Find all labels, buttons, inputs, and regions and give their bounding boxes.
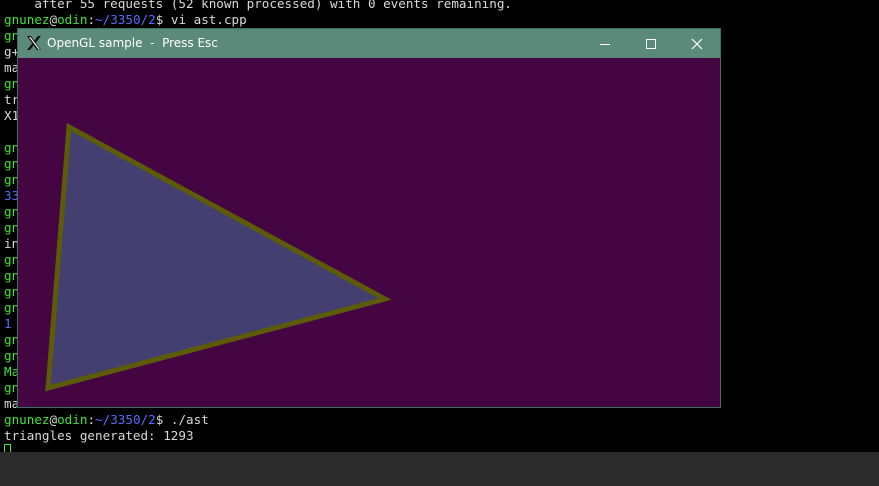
window-title: OpenGL sample - Press Esc [47, 36, 218, 50]
prompt-user: gnunez [4, 412, 50, 427]
terminal-command: vi ast.cpp [170, 12, 247, 27]
prompt-path: ~/3350/2 [95, 12, 156, 27]
terminal-output-line: triangles generated: 1293 [4, 428, 194, 443]
minimize-button[interactable] [582, 29, 628, 58]
prompt-host: odin [57, 12, 88, 27]
terminal-output-line: after 55 requests (52 known processed) w… [4, 0, 512, 11]
opengl-canvas[interactable] [18, 58, 720, 407]
prompt-colon: : [87, 412, 96, 427]
rendered-triangle [45, 122, 392, 392]
prompt-colon: : [87, 12, 96, 27]
prompt-at: @ [49, 412, 58, 427]
x11-app-icon [26, 35, 42, 51]
prompt-host: odin [57, 412, 88, 427]
terminal-prompt-line: gnunez@odin:~/3350/2$ vi ast.cpp [4, 12, 247, 28]
terminal-fragment: 1 [4, 316, 12, 331]
prompt-at: @ [49, 12, 58, 27]
prompt-path: ~/3350/2 [95, 412, 156, 427]
close-button[interactable] [674, 29, 720, 58]
terminal-prompt-line: gnunez@odin:~/3350/2$ ./ast [4, 412, 209, 428]
maximize-icon [646, 39, 656, 49]
window-titlebar[interactable]: OpenGL sample - Press Esc [18, 29, 720, 58]
render-surface [45, 122, 392, 392]
minimize-icon [600, 44, 610, 45]
prompt-dollar: $ [155, 12, 171, 27]
maximize-button[interactable] [628, 29, 674, 58]
prompt-user: gnunez [4, 12, 50, 27]
opengl-window[interactable]: OpenGL sample - Press Esc [17, 28, 721, 408]
prompt-dollar: $ [155, 412, 171, 427]
close-icon [691, 38, 703, 50]
terminal-command: ./ast [170, 412, 209, 427]
taskbar [0, 452, 879, 486]
